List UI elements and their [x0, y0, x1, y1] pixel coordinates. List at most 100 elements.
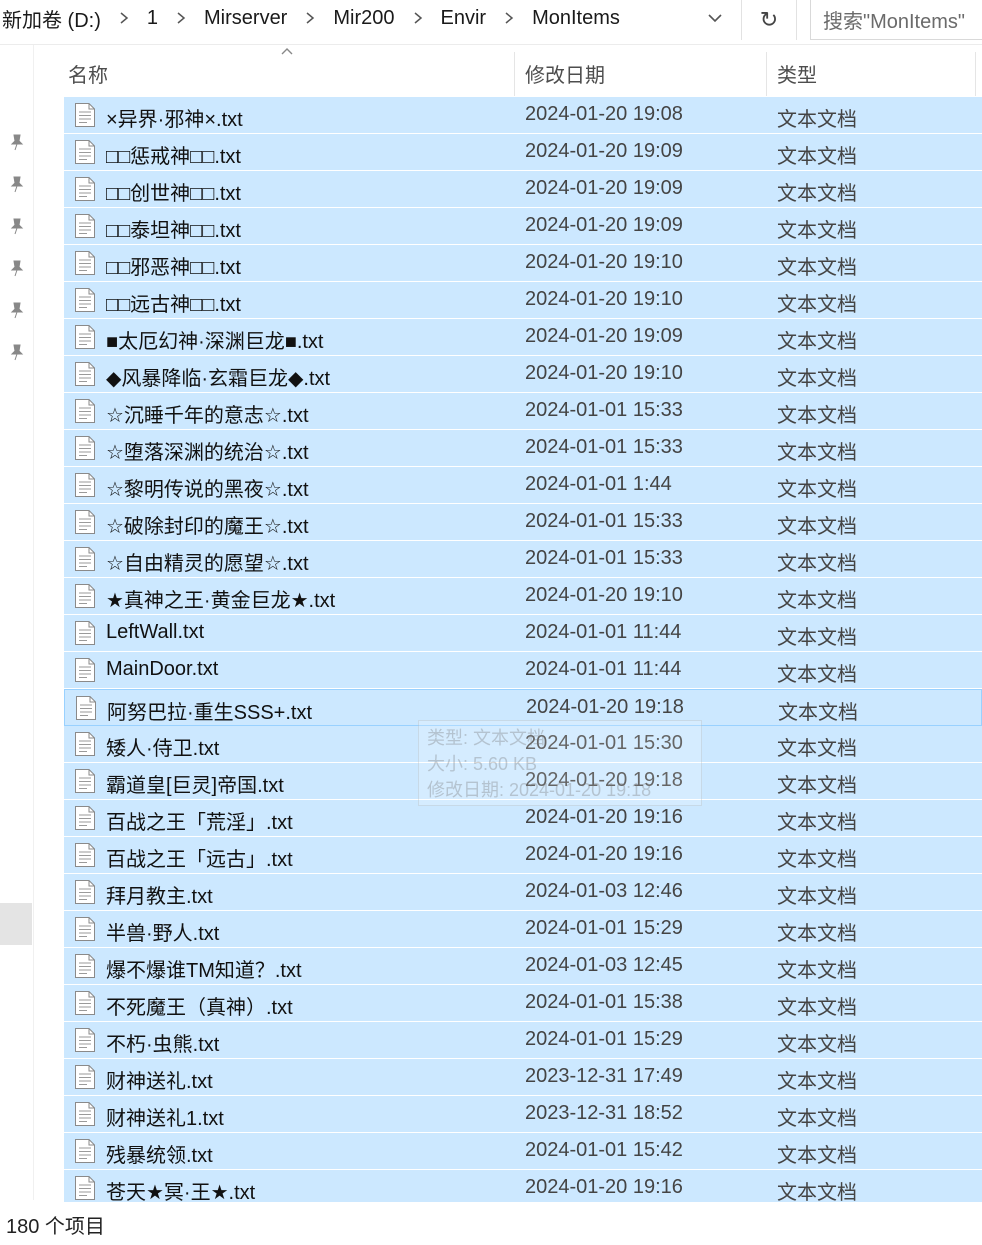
file-row[interactable]: LeftWall.txt 2024-01-01 11:44 文本文档 — [64, 615, 982, 652]
file-type: 文本文档 — [777, 738, 857, 760]
sort-ascending-icon — [281, 48, 293, 55]
divider — [0, 44, 982, 45]
breadcrumb-item[interactable]: Envir — [439, 7, 489, 30]
file-row[interactable]: □□惩戒神□□.txt 2024-01-20 19:09 文本文档 — [64, 134, 982, 171]
chevron-right-icon[interactable] — [289, 0, 331, 36]
file-date-modified: 2024-01-20 19:10 — [525, 362, 683, 384]
file-name: □□泰坦神□□.txt — [106, 220, 241, 242]
file-row[interactable]: 不朽·虫熊.txt 2024-01-01 15:29 文本文档 — [64, 1022, 982, 1059]
file-row[interactable]: ◆风暴降临·玄霜巨龙◆.txt 2024-01-20 19:10 文本文档 — [64, 356, 982, 393]
tooltip-modified: 修改日期: 2024-01-20 19:18 — [427, 780, 652, 800]
file-row[interactable]: 拜月教主.txt 2024-01-03 12:46 文本文档 — [64, 874, 982, 911]
column-header-date-modified[interactable]: 修改日期 — [525, 50, 605, 96]
pin-icon[interactable] — [8, 259, 26, 277]
column-divider[interactable] — [975, 52, 976, 96]
file-date-modified: 2024-01-20 19:10 — [525, 288, 683, 310]
column-divider[interactable] — [514, 52, 515, 96]
pin-icon[interactable] — [8, 175, 26, 193]
breadcrumb-item[interactable]: Mir200 — [331, 7, 396, 30]
file-row[interactable]: □□泰坦神□□.txt 2024-01-20 19:09 文本文档 — [64, 208, 982, 245]
file-type: 文本文档 — [777, 1108, 857, 1130]
pin-icon[interactable] — [8, 301, 26, 319]
file-row[interactable]: □□创世神□□.txt 2024-01-20 19:09 文本文档 — [64, 171, 982, 208]
file-date-modified: 2024-01-01 15:33 — [525, 510, 683, 532]
address-bar[interactable]: 新加卷 (D:) 1 Mirserver Mir200 Envir MonItems — [0, 0, 740, 36]
file-date-modified: 2024-01-20 19:09 — [525, 140, 683, 162]
refresh-button[interactable]: ↻ — [741, 0, 797, 40]
file-type: 文本文档 — [777, 109, 857, 131]
file-row[interactable]: 半兽·野人.txt 2024-01-01 15:29 文本文档 — [64, 911, 982, 948]
text-file-icon — [74, 287, 96, 313]
file-name: ☆破除封印的魔王☆.txt — [106, 516, 309, 538]
chevron-right-icon[interactable] — [103, 0, 145, 36]
file-row[interactable]: 财神送礼.txt 2023-12-31 17:49 文本文档 — [64, 1059, 982, 1096]
file-row[interactable]: ☆沉睡千年的意志☆.txt 2024-01-01 15:33 文本文档 — [64, 393, 982, 430]
chevron-right-icon[interactable] — [397, 0, 439, 36]
file-name: 残暴统领.txt — [106, 1145, 213, 1167]
file-row[interactable]: 残暴统领.txt 2024-01-01 15:42 文本文档 — [64, 1133, 982, 1170]
file-name: 不死魔王（真神）.txt — [106, 997, 293, 1019]
text-file-icon — [74, 731, 96, 757]
file-type: 文本文档 — [777, 997, 857, 1019]
file-date-modified: 2024-01-03 12:46 — [525, 880, 683, 902]
file-type: 文本文档 — [777, 516, 857, 538]
file-row[interactable]: ★真神之王·黄金巨龙★.txt 2024-01-20 19:10 文本文档 — [64, 578, 982, 615]
search-input[interactable]: 搜索"MonItems" — [810, 0, 982, 40]
file-type: 文本文档 — [777, 627, 857, 649]
text-file-icon — [74, 1101, 96, 1127]
file-type: 文本文档 — [777, 960, 857, 982]
file-name: □□远古神□□.txt — [106, 294, 241, 316]
breadcrumb-item[interactable]: Mirserver — [202, 7, 289, 30]
file-name: 百战之王「荒淫」.txt — [106, 812, 293, 834]
pin-icon[interactable] — [8, 217, 26, 235]
file-list[interactable]: ×异界·邪神×.txt 2024-01-20 19:08 文本文档 □□惩戒神□□.t… — [64, 97, 982, 1207]
navigation-pane[interactable] — [0, 45, 34, 1200]
chevron-right-icon[interactable] — [160, 0, 202, 36]
text-file-icon — [74, 435, 96, 461]
file-date-modified: 2024-01-01 15:29 — [525, 917, 683, 939]
column-header-name[interactable]: 名称 — [68, 50, 108, 96]
file-name: 财神送礼1.txt — [106, 1108, 224, 1130]
breadcrumb-item[interactable]: 1 — [145, 7, 160, 30]
file-row[interactable]: MainDoor.txt 2024-01-01 11:44 文本文档 — [64, 652, 982, 689]
file-name: ×异界·邪神×.txt — [106, 109, 243, 131]
chevron-right-icon[interactable] — [488, 0, 530, 36]
nav-item-selected[interactable] — [0, 903, 32, 945]
file-row[interactable]: 财神送礼1.txt 2023-12-31 18:52 文本文档 — [64, 1096, 982, 1133]
file-row[interactable]: ■太厄幻神·深渊巨龙■.txt 2024-01-20 19:09 文本文档 — [64, 319, 982, 356]
file-date-modified: 2024-01-20 19:10 — [525, 251, 683, 273]
file-date-modified: 2024-01-20 19:16 — [525, 806, 683, 828]
chevron-down-icon — [708, 14, 722, 23]
text-file-icon — [74, 768, 96, 794]
file-row[interactable]: 不死魔王（真神）.txt 2024-01-01 15:38 文本文档 — [64, 985, 982, 1022]
column-header-type[interactable]: 类型 — [777, 50, 817, 96]
file-date-modified: 2024-01-01 15:38 — [525, 991, 683, 1013]
column-divider[interactable] — [766, 52, 767, 96]
file-row[interactable]: ☆自由精灵的愿望☆.txt 2024-01-01 15:33 文本文档 — [64, 541, 982, 578]
text-file-icon — [74, 916, 96, 942]
breadcrumb-item[interactable]: MonItems — [530, 7, 622, 30]
file-row[interactable]: ☆堕落深渊的统治☆.txt 2024-01-01 15:33 文本文档 — [64, 430, 982, 467]
status-bar: 180 个项目 — [0, 1202, 982, 1245]
address-history-dropdown[interactable] — [692, 0, 738, 36]
file-row[interactable]: ☆破除封印的魔王☆.txt 2024-01-01 15:33 文本文档 — [64, 504, 982, 541]
file-row[interactable]: □□远古神□□.txt 2024-01-20 19:10 文本文档 — [64, 282, 982, 319]
file-type: 文本文档 — [777, 886, 857, 908]
text-file-icon — [74, 176, 96, 202]
file-row[interactable]: 百战之王「远古」.txt 2024-01-20 19:16 文本文档 — [64, 837, 982, 874]
file-type: 文本文档 — [777, 1182, 857, 1204]
text-file-icon — [74, 324, 96, 350]
file-row[interactable]: ×异界·邪神×.txt 2024-01-20 19:08 文本文档 — [64, 97, 982, 134]
file-row[interactable]: 爆不爆谁TM知道？.txt 2024-01-03 12:45 文本文档 — [64, 948, 982, 985]
pin-icon[interactable] — [8, 343, 26, 361]
file-type: 文本文档 — [777, 183, 857, 205]
text-file-icon — [74, 583, 96, 609]
file-row[interactable]: □□邪恶神□□.txt 2024-01-20 19:10 文本文档 — [64, 245, 982, 282]
file-row[interactable]: ☆黎明传说的黑夜☆.txt 2024-01-01 1:44 文本文档 — [64, 467, 982, 504]
file-type: 文本文档 — [777, 812, 857, 834]
breadcrumb-item[interactable]: 新加卷 (D:) — [0, 4, 103, 33]
file-type: 文本文档 — [777, 923, 857, 945]
file-name: ◆风暴降临·玄霜巨龙◆.txt — [106, 368, 331, 390]
file-type: 文本文档 — [777, 405, 857, 427]
pin-icon[interactable] — [8, 133, 26, 151]
